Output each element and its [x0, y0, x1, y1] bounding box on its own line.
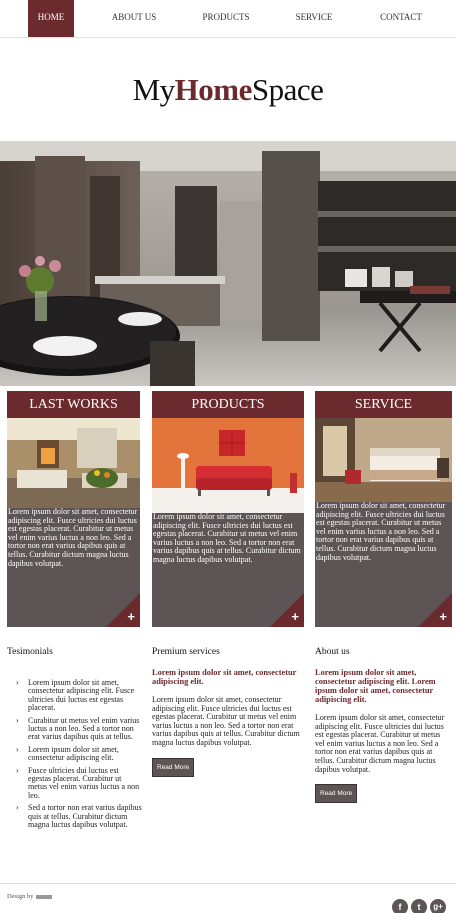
testimonials-list: › Lorem ipsum dolor sit amet, consectetur… — [7, 678, 142, 830]
red-sofa-illustration — [152, 418, 304, 513]
chevron-right-icon: › — [16, 803, 19, 813]
nav-contact[interactable]: CONTACT — [372, 0, 430, 37]
nav-about-us[interactable]: ABOUT US — [103, 0, 165, 37]
about-lead: Lorem ipsum dolor sit amet, consectetur … — [315, 668, 436, 704]
plus-icon[interactable]: + — [291, 609, 299, 624]
bedroom-illustration — [315, 418, 452, 502]
nav-home[interactable]: HOME — [28, 0, 74, 37]
chevron-right-icon: › — [16, 678, 19, 687]
site-logo[interactable]: MyHomeSpace — [0, 72, 456, 108]
plus-icon[interactable]: + — [439, 609, 447, 624]
twitter-icon[interactable]: t — [411, 899, 427, 913]
designer-logo[interactable] — [35, 894, 52, 899]
facebook-icon[interactable]: f — [392, 899, 408, 913]
card-image-bedroom — [315, 418, 452, 502]
card-last-works: LAST WORKS Lorem ipsum dolor sit amet, c… — [7, 391, 140, 627]
card-title: LAST WORKS — [7, 391, 140, 418]
footer-credit: Design by — [7, 893, 52, 900]
about-title: About us — [315, 647, 350, 657]
card-description: Lorem ipsum dolor sit amet, consectetur … — [316, 501, 446, 562]
list-item: › Sed a tortor non erat varius dapibus qu… — [16, 803, 142, 830]
premium-services-section: Premium services Lorem ipsum dolor sit a… — [152, 647, 304, 777]
logo-space: Space — [251, 72, 324, 107]
card-service: SERVICE Lorem ipsum dolor sit amet, cons… — [315, 391, 452, 627]
premium-lead: Lorem ipsum dolor sit amet, consectetur … — [152, 668, 297, 686]
nav-service[interactable]: SERVICE — [285, 0, 343, 37]
google-plus-icon[interactable]: g+ — [430, 899, 446, 913]
design-by-label: Design by — [7, 893, 34, 900]
nav-products[interactable]: PRODUCTS — [195, 0, 257, 37]
plus-icon[interactable]: + — [127, 609, 135, 624]
chevron-right-icon: › — [16, 715, 19, 725]
card-title: SERVICE — [315, 391, 452, 418]
list-item: › Lorem ipsum dolor sit amet, consectetur… — [16, 744, 119, 763]
card-description: Lorem ipsum dolor sit amet, consectetur … — [8, 507, 138, 568]
living-room-illustration — [7, 418, 140, 508]
card-description: Lorem ipsum dolor sit amet, consectetur … — [153, 512, 301, 564]
list-item: › Curabitur ut metus vel enim varius luct… — [16, 715, 140, 742]
read-more-button[interactable]: Read More — [152, 757, 195, 777]
about-body: Lorem ipsum dolor sit amet, consectetur … — [315, 713, 445, 774]
card-title: PRODUCTS — [152, 391, 304, 418]
about-us-section: About us Lorem ipsum dolor sit amet, con… — [315, 647, 452, 804]
list-item: › Lorem ipsum dolor sit amet, consectetur… — [16, 678, 135, 713]
chevron-right-icon: › — [16, 744, 19, 754]
logo-home: Home — [174, 72, 253, 107]
chevron-right-icon: › — [16, 765, 19, 775]
top-nav: HOME ABOUT US PRODUCTS SERVICE CONTACT — [0, 0, 456, 37]
card-image-red-sofa — [152, 418, 304, 513]
hero-image — [0, 141, 456, 386]
card-products: PRODUCTS Lorem ipsum dolor sit amet, con… — [152, 391, 304, 627]
premium-body: Lorem ipsum dolor sit amet, consectetur … — [152, 695, 300, 747]
footer-divider — [0, 883, 456, 884]
nav-divider — [0, 37, 456, 38]
read-more-button[interactable]: Read More — [315, 784, 358, 804]
hero-interior-illustration — [0, 141, 456, 386]
logo-my: My — [132, 72, 176, 107]
premium-title: Premium services — [152, 647, 220, 657]
card-image-living-room — [7, 418, 140, 508]
testimonials-title: Tesimonials — [7, 647, 53, 657]
testimonials-section: Tesimonials › Lorem ipsum dolor sit amet,… — [7, 647, 142, 834]
list-item: › Fusce ultricies dui luctus est egestas … — [16, 765, 140, 800]
